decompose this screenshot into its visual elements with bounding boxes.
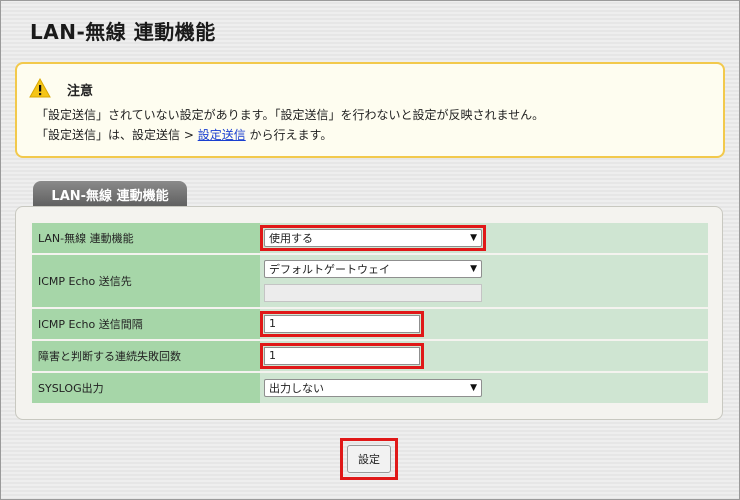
table-row: LAN-無線 連動機能 使用する ▼ (32, 223, 708, 253)
warning-title: 注意 (67, 84, 94, 99)
select-value: デフォルトゲートウェイ (269, 263, 390, 276)
row-label: LAN-無線 連動機能 (32, 223, 260, 253)
send-settings-link[interactable]: 設定送信 (198, 128, 246, 142)
submit-button[interactable]: 設定 (347, 445, 391, 473)
highlight-frame: 1 (260, 311, 424, 337)
icmp-destination-select[interactable]: デフォルトゲートウェイ ▼ (264, 260, 482, 278)
table-row: SYSLOG出力 出力しない ▼ (32, 373, 708, 403)
warning-message-2-suffix: から行えます。 (245, 128, 333, 142)
warning-message-2-prefix: 「設定送信」は、設定送信 > (36, 128, 198, 142)
warning-box: 注意 「設定送信」されていない設定があります。「設定送信」を行わないと設定が反映… (15, 62, 725, 158)
highlight-frame: 使用する ▼ (260, 225, 486, 251)
chevron-down-icon: ▼ (470, 264, 477, 274)
row-label: ICMP Echo 送信先 (32, 255, 260, 307)
icmp-destination-address-field (264, 284, 482, 302)
section-tab: LAN-無線 連動機能 (33, 181, 187, 207)
table-row: ICMP Echo 送信間隔 1 (32, 309, 708, 339)
row-label: 障害と判断する連続失敗回数 (32, 341, 260, 371)
lan-wireless-link-select[interactable]: 使用する ▼ (264, 229, 482, 247)
page-title: LAN-無線 連動機能 (30, 20, 216, 44)
syslog-output-select[interactable]: 出力しない ▼ (264, 379, 482, 397)
select-value: 出力しない (269, 382, 324, 395)
select-value: 使用する (269, 232, 313, 245)
row-control: 出力しない ▼ (260, 373, 708, 403)
row-control: デフォルトゲートウェイ ▼ (260, 255, 708, 307)
row-control: 使用する ▼ (260, 223, 708, 253)
row-control: 1 (260, 341, 708, 371)
icmp-interval-input[interactable]: 1 (264, 315, 420, 333)
settings-table: LAN-無線 連動機能 使用する ▼ ICMP Echo 送信先 デフォルトゲート… (32, 221, 708, 405)
row-control: 1 (260, 309, 708, 339)
warning-message-1: 「設定送信」されていない設定があります。「設定送信」を行わないと設定が反映されま… (36, 108, 545, 122)
table-row: 障害と判断する連続失敗回数 1 (32, 341, 708, 371)
table-row: ICMP Echo 送信先 デフォルトゲートウェイ ▼ (32, 255, 708, 307)
warning-message-2: 「設定送信」は、設定送信 > 設定送信 から行えます。 (36, 126, 332, 143)
chevron-down-icon: ▼ (470, 233, 477, 243)
warning-icon (29, 78, 51, 98)
failure-count-input[interactable]: 1 (264, 347, 420, 365)
chevron-down-icon: ▼ (470, 383, 477, 393)
row-label: ICMP Echo 送信間隔 (32, 309, 260, 339)
row-label: SYSLOG出力 (32, 373, 260, 403)
highlight-frame: 設定 (340, 438, 398, 480)
highlight-frame: 1 (260, 343, 424, 369)
